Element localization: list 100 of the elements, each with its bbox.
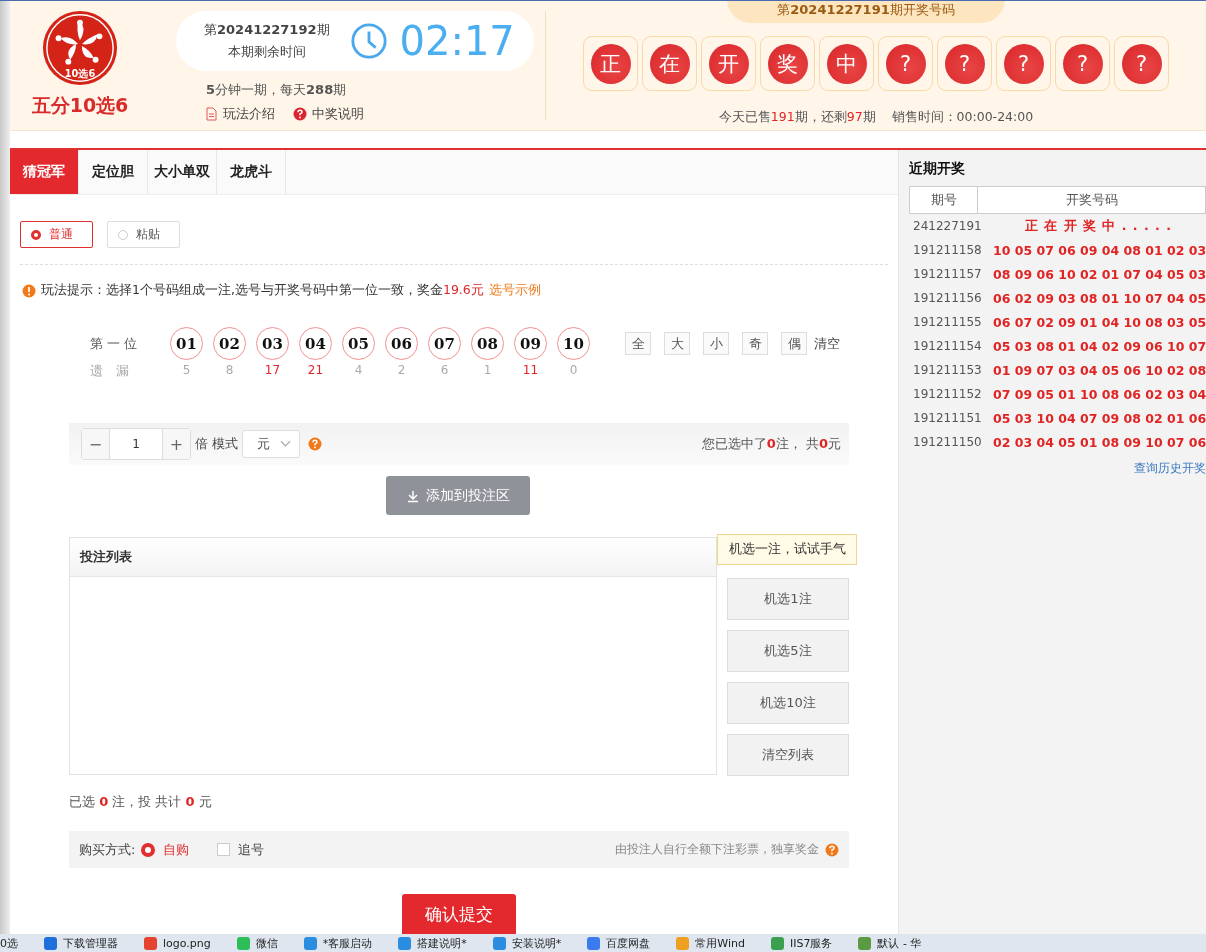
number-ball[interactable]: 01 [170,327,203,360]
draw-ball: 正 [590,43,631,84]
miss-count: 11 [522,363,539,377]
caret-icon [280,440,291,448]
app-icon [44,936,57,950]
draw-numbers-cell: 10 05 07 06 09 04 08 01 02 03 [993,242,1206,258]
app-icon [676,936,690,950]
number-ball[interactable]: 06 [385,327,418,360]
purchase-option[interactable]: 自购 [141,840,190,859]
draw-ball: 在 [649,43,690,84]
draw-ball: 中 [826,43,867,84]
draw-ball: 开 [708,43,749,84]
number-ball[interactable]: 02 [213,327,246,360]
taskbar-item[interactable]: 搭建说明* [398,935,467,951]
mode-label: 模式 [212,435,238,453]
countdown-caption: 本期剩余时间 [227,43,306,61]
number-ball[interactable]: 07 [428,327,461,360]
taskbar-item[interactable]: 安装说明* [492,935,562,951]
draw-numbers-cell: 08 09 06 10 02 01 07 04 05 03 [993,266,1206,282]
draw-numbers-cell: 06 02 09 03 08 01 10 07 04 05 [993,290,1206,306]
app-icon [492,936,506,950]
quick-select-button[interactable]: 大 [664,332,690,355]
info-link[interactable]: 中奖说明 [293,105,364,123]
period-cell-text: 191211151 [912,411,983,425]
random-pick-button[interactable]: 机选1注 [727,578,849,620]
miss-count: 5 [182,363,191,377]
quick-select-button[interactable]: 偶 [781,332,807,355]
taskbar-item[interactable]: logo.png [144,936,211,950]
app-icon [770,936,784,950]
logo-badge-text: 10选6 [64,68,96,80]
app-icon [858,936,872,950]
quick-select-button[interactable]: 全 [625,332,651,355]
taskbar-item[interactable]: IIS7服务 [770,935,833,951]
issue-number: 第20241227192期 [204,21,330,39]
miss-count: 17 [264,363,281,377]
info-link[interactable]: 玩法介绍 [204,105,275,123]
draw-numbers-cell: 05 03 10 04 07 09 08 02 01 06 [993,410,1206,426]
help-icon[interactable] [825,842,839,857]
miss-count: 8 [225,363,234,377]
quick-select-button[interactable]: 小 [703,332,729,355]
play-tab[interactable]: 定位胆 [79,150,148,194]
taskbar-item[interactable]: 下载管理器 [44,935,118,951]
purchase-label: 购买方式: [79,840,136,859]
draw-numbers-cell: 05 03 08 01 04 02 09 06 10 07 [993,338,1206,354]
period-cell-text: 191211157 [912,267,983,281]
miss-count: 2 [397,363,406,377]
draw-numbers-cell: 02 03 04 05 01 08 09 10 07 06 [993,434,1206,450]
draw-numbers-cell: 06 07 02 09 01 04 10 08 03 05 [993,314,1206,330]
help-icon[interactable] [308,437,322,451]
taskbar-item[interactable]: 百度网盘 [587,935,651,951]
number-ball[interactable]: 04 [299,327,332,360]
countdown-timer: 02:17 [399,18,515,64]
miss-count: 1 [483,363,492,377]
purchase-option[interactable]: 追号 [217,840,265,859]
number-ball[interactable]: 05 [342,327,375,360]
column-header: 期号 [910,187,978,213]
frequency-text: 5分钟一期，每天288期 [205,81,348,99]
number-ball[interactable]: 09 [514,327,547,360]
clock-icon [349,22,388,60]
multiplier-stepper[interactable]: − 1 + [81,428,191,460]
random-pick-button[interactable]: 机选5注 [727,630,849,672]
quick-select-button[interactable]: 清空 [814,334,840,353]
taskbar-item[interactable]: 默认 - 华 [858,935,922,951]
draw-numbers-cell-text: 正 在 开 奖 中 . . . . . [1024,217,1172,235]
app-icon [236,936,250,950]
submit-button[interactable]: 确认提交 [402,894,516,934]
period-cell-text: 191211156 [912,291,983,305]
taskbar-item[interactable]: 微信 [236,935,278,951]
column-header: 开奖号码 [1064,191,1119,209]
mode-radio[interactable]: 粘贴 [107,221,180,248]
random-pick-button[interactable]: 清空列表 [727,734,849,776]
play-tab[interactable]: 猜冠军 [10,150,79,194]
game-name: 五分10选6 [31,93,129,118]
period-cell-text: 191211152 [912,387,983,401]
play-tab[interactable]: 龙虎斗 [217,150,286,194]
miss-count: 6 [440,363,449,377]
play-tab[interactable]: 大小单双 [148,150,217,194]
miss-count: 21 [307,363,324,377]
taskbar-item[interactable]: *客服启动 [303,935,373,951]
draw-ball: ? [944,43,985,84]
mode-select[interactable]: 元 [242,430,300,458]
draw-numbers-cell: 01 09 07 03 04 05 06 10 02 08 [993,362,1206,378]
draw-ball: ? [1062,43,1103,84]
period-cell-text: 191211150 [912,435,983,449]
quick-select-button[interactable]: 奇 [742,332,768,355]
random-pick-button[interactable]: 机选10注 [727,682,849,724]
sales-text: 今天已售191期，还剩97期 [718,109,876,126]
draw-ball: ? [1121,43,1162,84]
app-icon [587,936,601,950]
last-draw-title: 第20241227191期开奖号码 [727,1,1005,23]
help-icon [293,107,307,121]
taskbar-item[interactable]: 0选 [0,935,18,951]
multiplier-unit: 倍 [195,435,208,453]
history-link[interactable]: 查询历史开奖 [1134,460,1206,477]
mode-radio[interactable]: 普通 [20,221,93,248]
number-ball[interactable]: 03 [256,327,289,360]
taskbar-item[interactable]: 常用Wind [676,935,745,951]
number-ball[interactable]: 10 [557,327,590,360]
number-ball[interactable]: 08 [471,327,504,360]
draw-numbers-cell: 07 09 05 01 10 08 06 02 03 04 [993,386,1206,402]
